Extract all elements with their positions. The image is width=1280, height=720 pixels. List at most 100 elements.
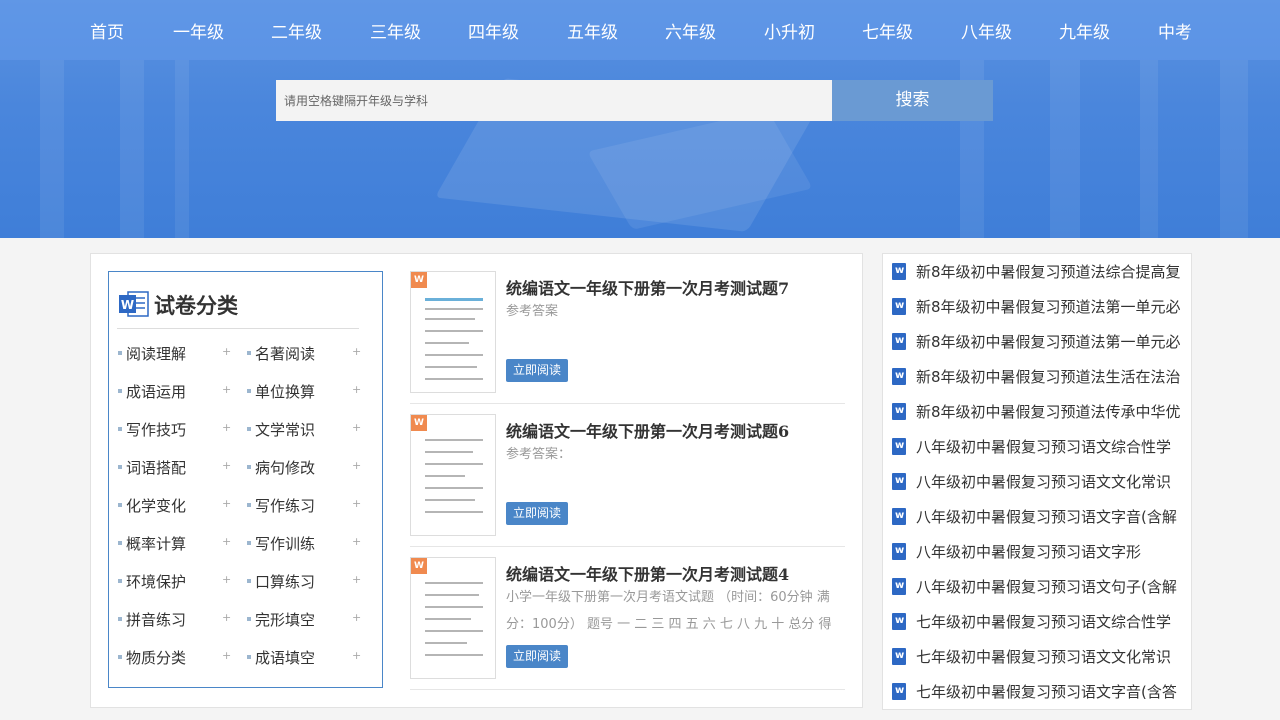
category-item[interactable]: 物质分类 — [126, 647, 186, 668]
nav-grade-8[interactable]: 八年级 — [961, 18, 1012, 43]
row-divider — [410, 689, 845, 690]
nav-home[interactable]: 首页 — [90, 18, 124, 43]
nav-grade-7[interactable]: 七年级 — [862, 18, 913, 43]
plus-icon[interactable]: + — [222, 611, 231, 624]
plus-icon[interactable]: + — [222, 649, 231, 662]
related-doc-title[interactable]: 八年级初中暑假复习预习语文句子(含解 — [916, 576, 1182, 597]
nav-grade-1[interactable]: 一年级 — [173, 18, 224, 43]
related-doc-item[interactable]: 新8年级初中暑假复习预道法第一单元必 — [892, 296, 1182, 316]
plus-icon[interactable]: + — [352, 383, 361, 396]
related-doc-title[interactable]: 七年级初中暑假复习预习语文字音(含答 — [916, 681, 1182, 702]
related-doc-title[interactable]: 新8年级初中暑假复习预道法第一单元必 — [916, 296, 1182, 317]
category-item[interactable]: 阅读理解 — [126, 343, 186, 364]
read-button[interactable]: 立即阅读 — [506, 645, 568, 668]
nav-grade-6[interactable]: 六年级 — [665, 18, 716, 43]
plus-icon[interactable]: + — [352, 573, 361, 586]
bullet-icon — [247, 503, 251, 507]
read-button[interactable]: 立即阅读 — [506, 359, 568, 382]
doc-thumbnail[interactable]: W — [410, 271, 496, 393]
word-badge: W — [411, 558, 427, 574]
plus-icon[interactable]: + — [352, 421, 361, 434]
nav-grade-9[interactable]: 九年级 — [1059, 18, 1110, 43]
word-badge: W — [411, 415, 427, 431]
plus-icon[interactable]: + — [222, 421, 231, 434]
doc-title[interactable]: 统编语文一年级下册第一次月考测试题4 — [506, 561, 789, 585]
category-item[interactable]: 写作训练 — [255, 533, 315, 554]
related-doc-item[interactable]: 八年级初中暑假复习预习语文文化常识 — [892, 471, 1182, 491]
related-doc-item[interactable]: 新8年级初中暑假复习预道法综合提高复 — [892, 261, 1182, 281]
doc-thumbnail[interactable]: W — [410, 557, 496, 679]
category-item[interactable]: 完形填空 — [255, 609, 315, 630]
category-item[interactable]: 环境保护 — [126, 571, 186, 592]
doc-title[interactable]: 统编语文一年级下册第一次月考测试题7 — [506, 275, 789, 299]
category-item[interactable]: 成语运用 — [126, 381, 186, 402]
related-doc-item[interactable]: 八年级初中暑假复习预习语文字形 — [892, 541, 1182, 561]
category-item[interactable]: 名著阅读 — [255, 343, 315, 364]
category-item[interactable]: 概率计算 — [126, 533, 186, 554]
doc-title[interactable]: 统编语文一年级下册第一次月考测试题6 — [506, 418, 789, 442]
plus-icon[interactable]: + — [352, 611, 361, 624]
related-doc-item[interactable]: 七年级初中暑假复习预习语文字音(含答 — [892, 681, 1182, 701]
bullet-icon — [118, 503, 122, 507]
related-doc-title[interactable]: 七年级初中暑假复习预习语文文化常识 — [916, 646, 1182, 667]
related-doc-item[interactable]: 七年级初中暑假复习预习语文文化常识 — [892, 646, 1182, 666]
related-doc-item[interactable]: 八年级初中暑假复习预习语文综合性学 — [892, 436, 1182, 456]
plus-icon[interactable]: + — [222, 459, 231, 472]
related-doc-item[interactable]: 新8年级初中暑假复习预道法生活在法治 — [892, 366, 1182, 386]
nav-grade-3[interactable]: 三年级 — [370, 18, 421, 43]
related-doc-title[interactable]: 新8年级初中暑假复习预道法第一单元必 — [916, 331, 1182, 352]
category-item[interactable]: 写作练习 — [255, 495, 315, 516]
related-doc-title[interactable]: 八年级初中暑假复习预习语文字音(含解 — [916, 506, 1182, 527]
plus-icon[interactable]: + — [352, 345, 361, 358]
related-doc-title[interactable]: 八年级初中暑假复习预习语文综合性学 — [916, 436, 1182, 457]
related-doc-title[interactable]: 七年级初中暑假复习预习语文综合性学 — [916, 611, 1182, 632]
doc-thumbnail[interactable]: W — [410, 414, 496, 536]
plus-icon[interactable]: + — [222, 497, 231, 510]
nav-grade-2[interactable]: 二年级 — [271, 18, 322, 43]
related-doc-item[interactable]: 八年级初中暑假复习预习语文字音(含解 — [892, 506, 1182, 526]
nav-grade-5[interactable]: 五年级 — [567, 18, 618, 43]
nav-zhongkao[interactable]: 中考 — [1158, 18, 1192, 43]
plus-icon[interactable]: + — [222, 535, 231, 548]
category-item[interactable]: 单位换算 — [255, 381, 315, 402]
search-input[interactable] — [276, 80, 832, 121]
word-doc-icon — [892, 333, 906, 350]
plus-icon[interactable]: + — [352, 535, 361, 548]
related-doc-title[interactable]: 八年级初中暑假复习预习语文字形 — [916, 541, 1182, 562]
svg-text:W: W — [121, 298, 134, 312]
bullet-icon — [247, 427, 251, 431]
related-doc-title[interactable]: 新8年级初中暑假复习预道法生活在法治 — [916, 366, 1182, 387]
word-doc-icon: W — [119, 291, 149, 317]
bullet-icon — [247, 465, 251, 469]
related-doc-item[interactable]: 新8年级初中暑假复习预道法第一单元必 — [892, 331, 1182, 351]
category-item[interactable]: 文学常识 — [255, 419, 315, 440]
bullet-icon — [247, 655, 251, 659]
plus-icon[interactable]: + — [222, 573, 231, 586]
related-doc-title[interactable]: 新8年级初中暑假复习预道法综合提高复 — [916, 261, 1182, 282]
category-item[interactable]: 成语填空 — [255, 647, 315, 668]
related-doc-item[interactable]: 新8年级初中暑假复习预道法传承中华优 — [892, 401, 1182, 421]
plus-icon[interactable]: + — [222, 383, 231, 396]
plus-icon[interactable]: + — [352, 497, 361, 510]
related-doc-item[interactable]: 七年级初中暑假复习预习语文综合性学 — [892, 611, 1182, 631]
search-button[interactable]: 搜索 — [832, 80, 993, 121]
doc-desc: 小学一年级下册第一次月考语文试题 （时间：60分钟 满分：100分） 题号 一 … — [506, 590, 832, 632]
category-item[interactable]: 病句修改 — [255, 457, 315, 478]
bullet-icon — [118, 389, 122, 393]
plus-icon[interactable]: + — [222, 345, 231, 358]
category-item[interactable]: 拼音练习 — [126, 609, 186, 630]
word-doc-icon — [892, 613, 906, 630]
category-item[interactable]: 化学变化 — [126, 495, 186, 516]
row-divider — [410, 546, 845, 547]
read-button[interactable]: 立即阅读 — [506, 502, 568, 525]
related-doc-title[interactable]: 八年级初中暑假复习预习语文文化常识 — [916, 471, 1182, 492]
category-item[interactable]: 词语搭配 — [126, 457, 186, 478]
nav-grade-4[interactable]: 四年级 — [468, 18, 519, 43]
category-item[interactable]: 口算练习 — [255, 571, 315, 592]
category-item[interactable]: 写作技巧 — [126, 419, 186, 440]
plus-icon[interactable]: + — [352, 649, 361, 662]
related-doc-item[interactable]: 八年级初中暑假复习预习语文句子(含解 — [892, 576, 1182, 596]
related-doc-title[interactable]: 新8年级初中暑假复习预道法传承中华优 — [916, 401, 1182, 422]
nav-xiaoshengchu[interactable]: 小升初 — [764, 18, 815, 43]
plus-icon[interactable]: + — [352, 459, 361, 472]
